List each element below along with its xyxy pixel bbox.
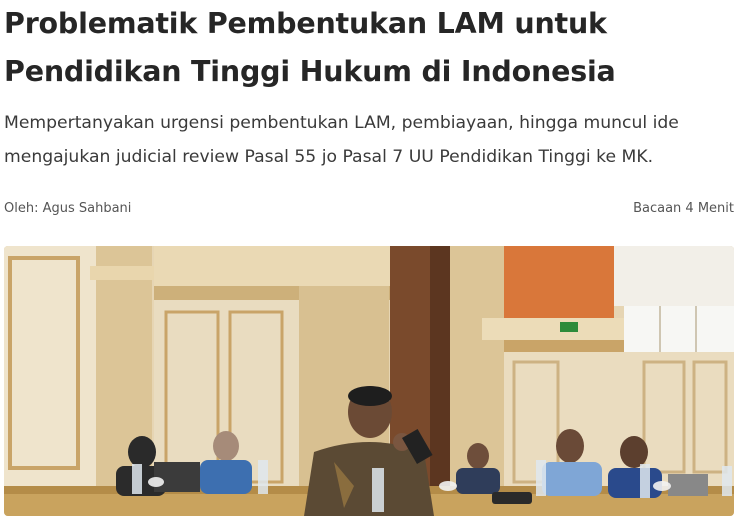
article-read-time: Bacaan 4 Menit: [633, 201, 734, 216]
article-subtitle: Mempertanyakan urgensi pembentukan LAM, …: [4, 106, 740, 174]
article-subtitle-line-1: Mempertanyakan urgensi pembentukan LAM, …: [4, 113, 679, 133]
hero-photo: [4, 246, 734, 516]
article-subtitle-line-2: mengajukan judicial review Pasal 55 jo P…: [4, 147, 654, 167]
article-title-line-2: Pendidikan Tinggi Hukum di Indonesia: [4, 55, 616, 88]
article-author[interactable]: Oleh: Agus Sahbani: [4, 201, 131, 216]
article-title-line-1: Problematik Pembentukan LAM untuk: [4, 7, 607, 40]
article-title: Problematik Pembentukan LAM untuk Pendid…: [4, 0, 734, 96]
hero-photo-illustration: [4, 246, 734, 516]
